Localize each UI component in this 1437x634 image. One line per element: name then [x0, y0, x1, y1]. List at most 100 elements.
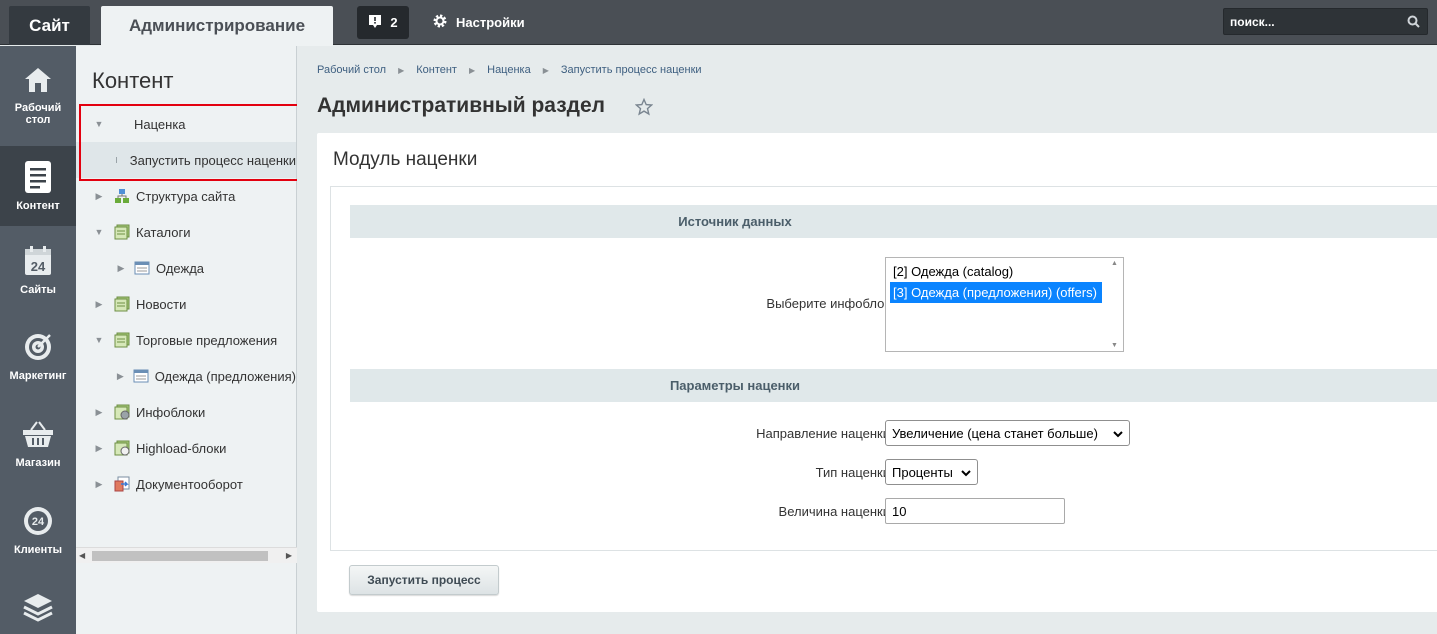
tree-item-workflow[interactable]: ▶ Документооборот [76, 466, 296, 502]
collapse-arrow-icon[interactable]: ▼ [94, 227, 104, 237]
settings-label: Настройки [456, 15, 525, 30]
star-icon[interactable] [634, 97, 654, 119]
breadcrumb-separator-icon: ▶ [398, 65, 405, 75]
section-header-params: Параметры наценки [350, 369, 1437, 402]
expand-arrow-icon[interactable]: ▶ [94, 479, 104, 489]
tree-item-offers[interactable]: ▼ Торговые предложения [76, 322, 296, 358]
iblock-option-selected[interactable]: [3] Одежда (предложения) (offers) [890, 282, 1102, 303]
search-input[interactable]: поиск... [1223, 8, 1428, 35]
menu-sites[interactable]: 24 Сайты [0, 226, 76, 306]
highload-icon [114, 440, 130, 456]
breadcrumb-item[interactable]: Рабочий стол [317, 64, 386, 76]
tree-item-site-structure[interactable]: ▶ Структура сайта [76, 178, 296, 214]
card-title: Модуль наценки [333, 149, 478, 170]
type-value: Проценты [892, 464, 953, 480]
menu-desktop[interactable]: Рабочий стол [0, 46, 76, 126]
iblock-icon [114, 296, 130, 312]
type-select[interactable]: Проценты [885, 459, 978, 485]
target-icon [21, 330, 55, 364]
basket-icon [21, 417, 55, 451]
amount-label: Величина наценки [778, 504, 890, 519]
expand-arrow-icon[interactable]: ▶ [116, 371, 125, 381]
tree-item-infoblocks[interactable]: ▶ Инфоблоки [76, 394, 296, 430]
menu-content[interactable]: Контент [0, 146, 76, 226]
tree-item-label: Highload-блоки [136, 440, 227, 456]
menu-clients[interactable]: 24 Клиенты [0, 486, 76, 566]
workflow-icon [114, 476, 130, 492]
iblock-listbox[interactable]: [2] Одежда (catalog) [3] Одежда (предлож… [885, 257, 1124, 352]
scroll-down-icon[interactable]: ▼ [1111, 342, 1118, 349]
sites-icon: 24 [21, 244, 55, 278]
iblock-icon [114, 224, 130, 240]
search-icon[interactable] [1407, 15, 1420, 31]
tree-item-news[interactable]: ▶ Новости [76, 286, 296, 322]
direction-select[interactable]: Увеличение (цена станет больше) [885, 420, 1130, 446]
breadcrumb-item[interactable]: Наценка [487, 64, 531, 76]
scroll-left-icon[interactable]: ◀ [79, 551, 85, 560]
notifications-button[interactable]: 2 [357, 6, 409, 39]
admin-tab[interactable]: Администрирование [101, 6, 333, 46]
layers-icon [21, 590, 55, 624]
collapse-arrow-icon[interactable]: ▼ [94, 119, 104, 129]
markup-module-card: Модуль наценки Источник данных Выберите … [317, 133, 1437, 612]
tree-item-label: Торговые предложения [136, 332, 278, 348]
content-icon [21, 160, 55, 194]
breadcrumb-item[interactable]: Запустить процесс наценки [561, 64, 702, 76]
chevron-down-icon [1105, 426, 1123, 441]
search-placeholder: поиск... [1230, 14, 1275, 29]
expand-arrow-icon[interactable]: ▶ [94, 191, 104, 201]
menu-clients-label: Клиенты [13, 544, 62, 556]
menu-content-label: Контент [16, 200, 60, 212]
markup-form: Источник данных Выберите инфоблок [2] Од… [330, 186, 1437, 551]
main-menu: Рабочий стол Контент 24 Сайты Маркетинг … [0, 46, 76, 634]
menu-desktop-label: Рабочий стол [14, 102, 62, 126]
run-process-button[interactable]: Запустить процесс [349, 565, 499, 595]
tree-item-clothes-offers[interactable]: ▶ Одежда (предложения) [76, 358, 296, 394]
scroll-up-icon[interactable]: ▲ [1111, 260, 1118, 267]
expand-arrow-icon[interactable]: ▶ [94, 407, 104, 417]
tree-item-catalogs[interactable]: ▼ Каталоги [76, 214, 296, 250]
tree-item-label: Наценка [134, 116, 186, 132]
svg-text:24: 24 [32, 516, 45, 528]
main-content: Рабочий стол ▶ Контент ▶ Наценка ▶ Запус… [297, 46, 1437, 634]
tree-horizontal-scrollbar[interactable]: ◀ ▶ [76, 547, 297, 563]
tree-item-label: Одежда (предложения) [154, 368, 296, 384]
iblock-label: Выберите инфоблок [766, 296, 890, 311]
tree-item-highload[interactable]: ▶ Highload-блоки [76, 430, 296, 466]
notifications-count: 2 [390, 15, 398, 30]
direction-label: Направление наценки [756, 426, 890, 441]
breadcrumb: Рабочий стол ▶ Контент ▶ Наценка ▶ Запус… [317, 64, 702, 76]
settings-button[interactable]: Настройки [432, 6, 525, 39]
tree-item-run-markup[interactable]: Запустить процесс наценки [76, 142, 296, 178]
amount-input[interactable]: 10 [885, 498, 1065, 524]
page-title: Административный раздел [317, 94, 606, 117]
menu-shop[interactable]: Магазин [0, 399, 76, 479]
tree-item-label: Документооборот [136, 476, 243, 492]
direction-value: Увеличение (цена станет больше) [892, 425, 1098, 441]
svg-text:24: 24 [31, 259, 46, 274]
tree-item-label: Запустить процесс наценки [129, 152, 296, 168]
breadcrumb-item[interactable]: Контент [416, 64, 457, 76]
tree-item-markup[interactable]: ▼ Наценка [76, 106, 296, 142]
tree-title: Контент [92, 68, 174, 93]
tree-item-label: Новости [136, 296, 187, 312]
expand-arrow-icon[interactable]: ▶ [94, 443, 104, 453]
gear-icon [432, 13, 448, 32]
menu-shop-label: Магазин [15, 457, 61, 469]
collapse-arrow-icon[interactable]: ▼ [94, 335, 104, 345]
tree-item-label: Инфоблоки [136, 404, 206, 420]
site-tab[interactable]: Сайт [9, 6, 90, 45]
expand-arrow-icon[interactable]: ▶ [94, 299, 104, 309]
menu-marketing[interactable]: Маркетинг [0, 312, 76, 392]
tree-item-clothes[interactable]: ▶ Одежда [76, 250, 296, 286]
scroll-right-icon[interactable]: ▶ [286, 551, 292, 560]
content-tree-panel: Контент ▼ Наценка Запустить процесс наце… [76, 46, 297, 634]
listbox-scrollbar[interactable]: ▲ ▼ [1107, 258, 1123, 351]
clients-icon: 24 [21, 504, 55, 538]
iblock-option[interactable]: [2] Одежда (catalog) [890, 261, 1102, 282]
expand-arrow-icon[interactable]: ▶ [116, 263, 126, 273]
breadcrumb-separator-icon: ▶ [468, 65, 476, 75]
menu-more[interactable] [0, 572, 76, 634]
menu-sites-label: Сайты [20, 284, 56, 296]
scrollbar-thumb[interactable] [92, 551, 268, 561]
